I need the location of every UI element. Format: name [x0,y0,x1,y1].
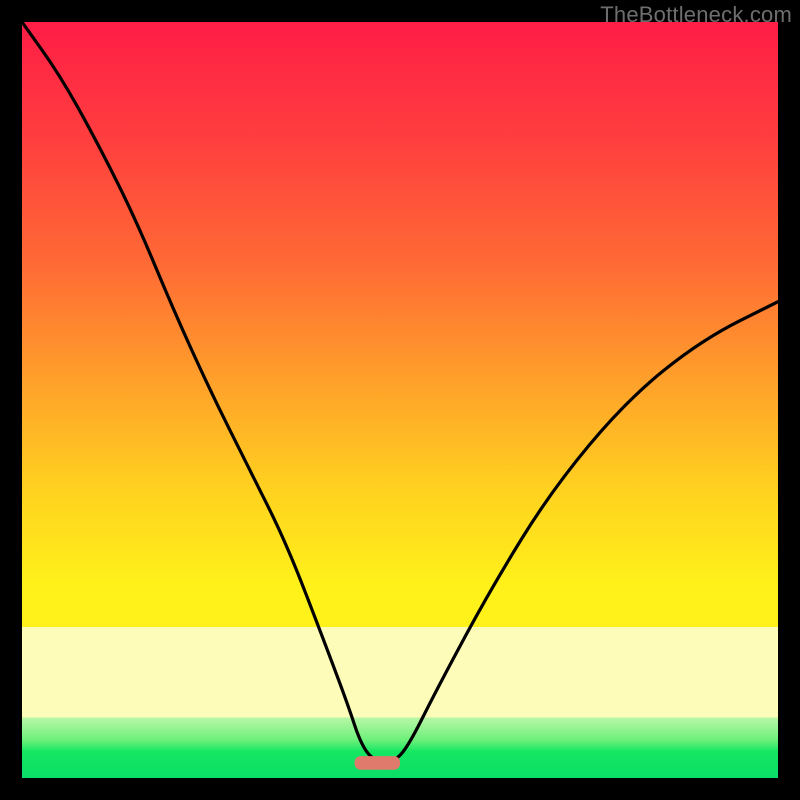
chart-stage: TheBottleneck.com [0,0,800,800]
watermark-text: TheBottleneck.com [600,2,792,28]
gradient-plot-area [22,22,778,778]
